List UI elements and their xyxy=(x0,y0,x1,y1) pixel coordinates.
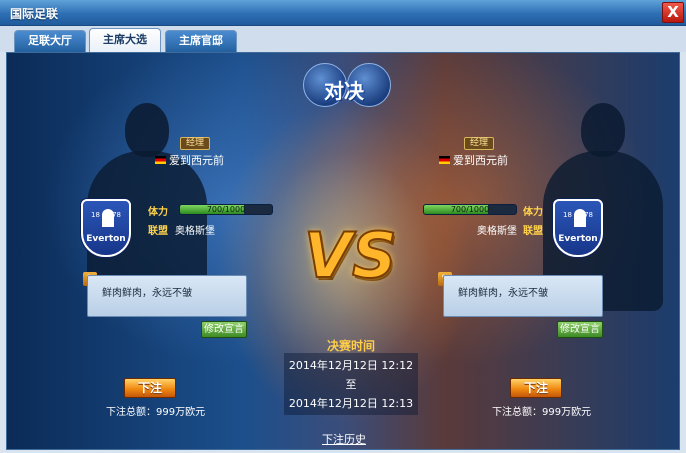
right-league-name: 奥格斯堡 xyxy=(477,226,517,237)
right-manager-name[interactable]: 爱到西元前 xyxy=(439,152,508,168)
final-time-separator: 至 xyxy=(345,378,357,391)
flag-icon xyxy=(155,156,166,164)
right-manager-badge: 经理 xyxy=(464,137,494,150)
left-manifesto: 鲜肉鲜肉，永远不皱 xyxy=(87,275,247,317)
left-bet-button[interactable]: 下注 xyxy=(124,378,176,398)
duel-stage: 对决 经理 爱到西元前 18 78 Everton 体力 700/1000 联盟… xyxy=(6,52,680,450)
right-club-crest: 18 78 Everton xyxy=(553,199,603,257)
left-league-label: 联盟 xyxy=(148,226,168,237)
tab-federation-hall[interactable]: 足联大厅 xyxy=(14,30,86,52)
left-league-name: 奥格斯堡 xyxy=(175,226,215,237)
right-stamina-bar: 700/1000 xyxy=(423,204,517,215)
left-stamina-label: 体力 xyxy=(148,207,168,218)
right-bet-total: 下注总额：999万欧元 xyxy=(492,407,592,418)
tab-chairman-residence[interactable]: 主席官邸 xyxy=(165,30,237,52)
tab-bar: 足联大厅 主席大选 主席官邸 xyxy=(0,26,686,52)
left-club-crest: 18 78 Everton xyxy=(81,199,131,257)
left-bet-total: 下注总额：999万欧元 xyxy=(106,407,206,418)
vs-emblem: VS xyxy=(303,219,398,292)
right-edit-manifesto-button[interactable]: 修改宣言 xyxy=(557,321,603,338)
final-time-label: 决赛时间 xyxy=(326,339,375,353)
bet-history-link[interactable]: 下注历史 xyxy=(317,431,371,447)
close-button[interactable]: X xyxy=(662,2,684,23)
final-time-panel: 2014年12月12日 12:12 至 2014年12月12日 12:13 xyxy=(284,353,418,415)
tab-chairman-election[interactable]: 主席大选 xyxy=(89,28,161,52)
left-manager-name[interactable]: 爱到西元前 xyxy=(155,152,224,168)
final-start-time: 2014年12月12日 12:12 xyxy=(288,359,414,372)
left-stamina-bar: 700/1000 xyxy=(179,204,273,215)
left-edit-manifesto-button[interactable]: 修改宣言 xyxy=(201,321,247,338)
duel-title: 对决 xyxy=(324,79,364,103)
right-stamina-label: 体力 xyxy=(523,207,543,218)
window-titlebar: 国际足联 X xyxy=(0,0,686,26)
right-league-label: 联盟 xyxy=(523,226,543,237)
window-title: 国际足联 xyxy=(10,7,59,21)
final-end-time: 2014年12月12日 12:13 xyxy=(288,397,414,410)
flag-icon xyxy=(439,156,450,164)
right-bet-button[interactable]: 下注 xyxy=(510,378,562,398)
left-manager-badge: 经理 xyxy=(180,137,210,150)
right-manifesto: 鲜肉鲜肉，永远不皱 xyxy=(443,275,603,317)
